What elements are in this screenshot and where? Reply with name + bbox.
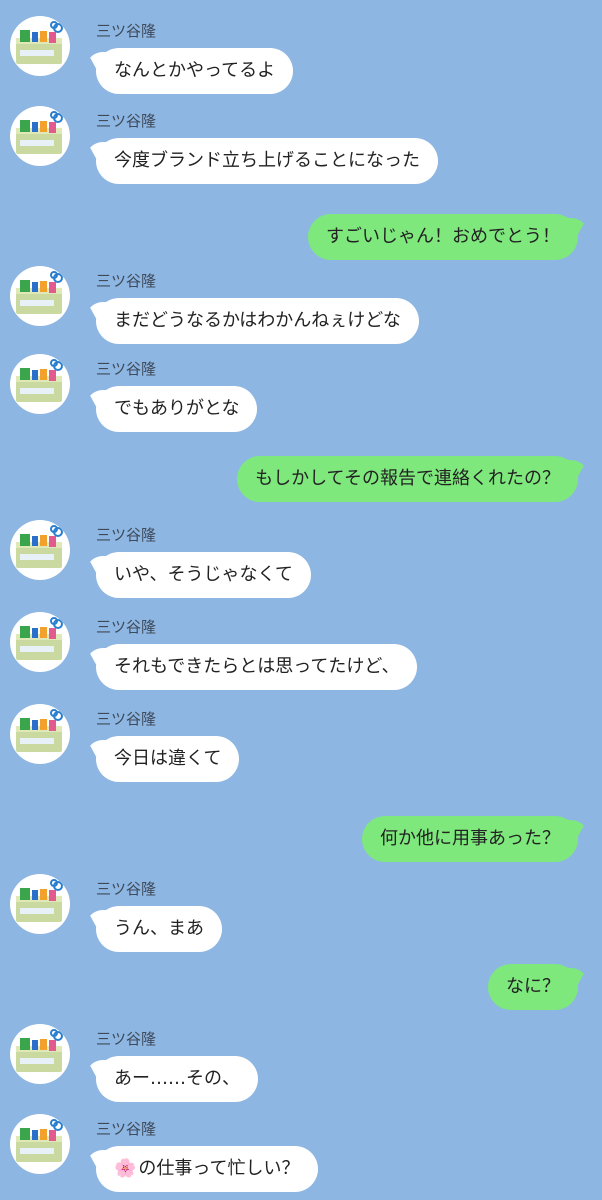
- sender-name: 三ツ谷隆: [96, 1030, 157, 1048]
- avatar[interactable]: [10, 520, 70, 580]
- sender-name: 三ツ谷隆: [96, 1120, 157, 1138]
- message-bubble[interactable]: でもありがとな: [96, 386, 258, 432]
- sender-name: 三ツ谷隆: [96, 526, 157, 544]
- sender-name: 三ツ谷隆: [96, 112, 157, 130]
- message-bubble[interactable]: すごいじゃん！おめでとう！: [308, 214, 578, 260]
- avatar[interactable]: [10, 106, 70, 166]
- sewing-kit-icon: [16, 1119, 63, 1162]
- sewing-kit-icon: [16, 271, 63, 314]
- message-bubble[interactable]: それもできたらとは思ってたけど、: [96, 644, 418, 690]
- message-bubble[interactable]: 今度ブランド立ち上げることになった: [96, 138, 438, 184]
- message-bubble[interactable]: うん、まあ: [96, 906, 222, 952]
- avatar[interactable]: [10, 704, 70, 764]
- sender-name: 三ツ谷隆: [96, 22, 157, 40]
- sewing-kit-icon: [16, 21, 63, 64]
- chat-view: 三ツ谷隆 なんとかやってるよ 三ツ谷隆 今度ブランド立ち上げることになった すご…: [0, 0, 602, 1200]
- sewing-kit-icon: [16, 1029, 63, 1072]
- sewing-kit-icon: [16, 359, 63, 402]
- avatar[interactable]: [10, 16, 70, 76]
- message-bubble[interactable]: なんとかやってるよ: [96, 48, 294, 94]
- sewing-kit-icon: [16, 525, 63, 568]
- avatar[interactable]: [10, 1114, 70, 1174]
- sewing-kit-icon: [16, 879, 63, 922]
- message-bubble[interactable]: もしかしてその報告で連絡くれたの？: [237, 456, 578, 502]
- message-bubble[interactable]: 今日は違くて: [96, 736, 240, 782]
- message-bubble[interactable]: なに？: [488, 964, 578, 1010]
- avatar[interactable]: [10, 266, 70, 326]
- sender-name: 三ツ谷隆: [96, 360, 157, 378]
- message-bubble[interactable]: まだどうなるかはわかんねぇけどな: [96, 298, 419, 344]
- sewing-kit-icon: [16, 709, 63, 752]
- sewing-kit-icon: [16, 111, 63, 154]
- avatar[interactable]: [10, 1024, 70, 1084]
- message-bubble[interactable]: 何か他に用事あった？: [362, 816, 578, 862]
- avatar[interactable]: [10, 612, 70, 672]
- message-bubble[interactable]: いや、そうじゃなくて: [96, 552, 311, 598]
- avatar[interactable]: [10, 874, 70, 934]
- sender-name: 三ツ谷隆: [96, 880, 157, 898]
- sender-name: 三ツ谷隆: [96, 272, 157, 290]
- sewing-kit-icon: [16, 617, 63, 660]
- message-bubble[interactable]: 🌸 の仕事って忙しい？: [96, 1146, 318, 1192]
- avatar[interactable]: [10, 354, 70, 414]
- sender-name: 三ツ谷隆: [96, 618, 157, 636]
- message-text: の仕事って忙しい？: [138, 1158, 300, 1179]
- cherry-blossom-icon: 🌸: [114, 1158, 137, 1179]
- message-bubble[interactable]: あー……その、: [96, 1056, 258, 1102]
- sender-name: 三ツ谷隆: [96, 710, 157, 728]
